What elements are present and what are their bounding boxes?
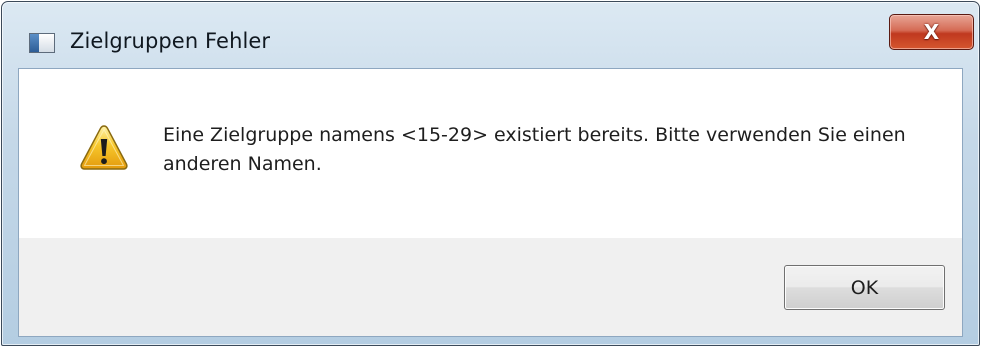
message-area: Eine Zielgruppe namens <15-29> existiert… — [19, 69, 962, 238]
window-icon-right-pane — [39, 34, 54, 52]
warning-icon — [80, 125, 128, 170]
close-button[interactable]: X — [889, 14, 974, 50]
window-icon-left-pane — [30, 34, 39, 52]
window-title: Zielgruppen Fehler — [70, 29, 271, 53]
ok-button[interactable]: OK — [784, 265, 945, 310]
dialog-client-area: Eine Zielgruppe namens <15-29> existiert… — [18, 68, 963, 337]
close-icon: X — [923, 20, 940, 44]
app-window-icon — [29, 33, 55, 53]
error-dialog-window: Zielgruppen Fehler X Eine Zielgruppe nam… — [1, 1, 980, 346]
error-message: Eine Zielgruppe namens <15-29> existiert… — [163, 124, 906, 175]
title-bar[interactable]: Zielgruppen Fehler X — [2, 2, 979, 66]
button-strip: OK — [19, 238, 962, 336]
